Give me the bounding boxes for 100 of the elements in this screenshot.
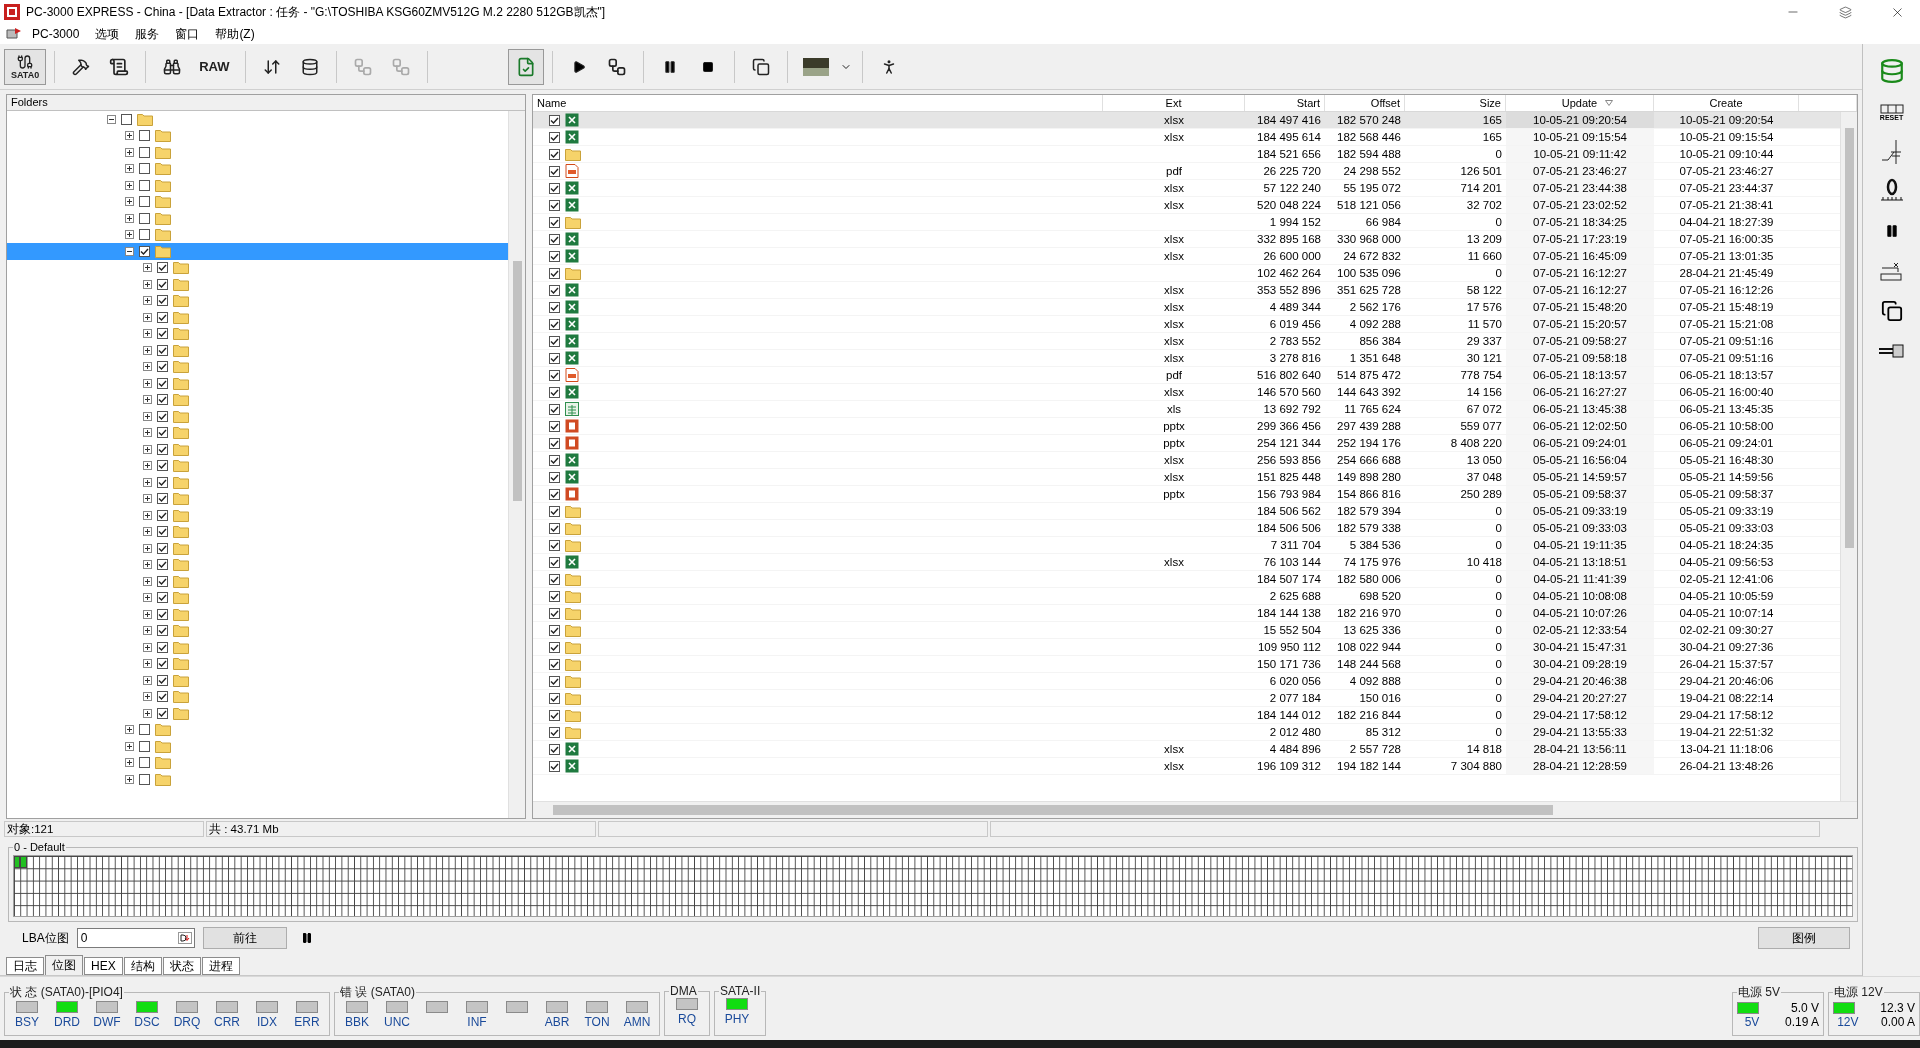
column-header[interactable]: Offset [1325, 95, 1405, 111]
checkbox[interactable] [157, 295, 168, 307]
table-row[interactable]: xlsx 151 825 448 149 898 280 37 048 05-05-21 14:59:57 05-05-21 14:59:56 [533, 469, 1840, 486]
column-header[interactable]: Ext [1103, 95, 1245, 111]
expand-icon[interactable] [143, 461, 152, 471]
expand-icon[interactable] [143, 312, 152, 322]
table-row[interactable]: pptx 254 121 344 252 194 176 8 408 220 06-05-21 09:24:01 06-05-21 09:24:01 [533, 435, 1840, 452]
checkbox[interactable] [139, 179, 150, 191]
table-row[interactable]: 2 625 688 698 520 0 04-05-21 10:08:08 04-05-21 10:05:59 [533, 588, 1840, 605]
checkbox[interactable] [139, 757, 150, 769]
checkbox[interactable] [157, 361, 168, 373]
table-row[interactable]: 184 507 174 182 580 006 0 04-05-21 11:41:39 02-05-21 12:41:06 [533, 571, 1840, 588]
column-header[interactable]: Start [1245, 95, 1325, 111]
checkbox[interactable] [139, 740, 150, 752]
expand-icon[interactable] [143, 279, 152, 289]
expand-icon[interactable] [143, 659, 152, 669]
checkbox[interactable] [157, 377, 168, 389]
table-row[interactable]: 15 552 504 13 625 336 0 02-05-21 12:33:54 02-02-21 09:30:27 [533, 622, 1840, 639]
checkbox[interactable] [139, 773, 150, 785]
expand-icon[interactable] [143, 428, 152, 438]
table-row[interactable]: xlsx 57 122 240 55 195 072 714 201 07-05-21 23:44:38 07-05-21 23:44:37 [533, 180, 1840, 197]
checkbox[interactable] [157, 344, 168, 356]
checkbox[interactable] [157, 542, 168, 554]
checkbox[interactable] [157, 608, 168, 620]
expand-icon[interactable] [143, 560, 152, 570]
checkbox[interactable] [157, 427, 168, 439]
checkbox[interactable] [549, 760, 560, 772]
expand-icon[interactable] [143, 362, 152, 372]
scrollbar[interactable] [508, 111, 525, 818]
expand-icon[interactable] [143, 329, 152, 339]
checkbox[interactable] [549, 284, 560, 296]
expand-icon[interactable] [143, 345, 152, 355]
checkbox[interactable] [549, 216, 560, 228]
checkbox[interactable] [549, 386, 560, 398]
table-row[interactable]: 102 462 264 100 535 096 0 07-05-21 16:12:27 28-04-21 21:45:49 [533, 265, 1840, 282]
checkbox[interactable] [549, 369, 560, 381]
expand-icon[interactable] [143, 477, 152, 487]
table-row[interactable]: pdf 26 225 720 24 298 552 126 501 07-05-21 23:46:27 07-05-21 23:46:27 [533, 163, 1840, 180]
table-row[interactable]: xlsx 332 895 168 330 968 000 13 209 07-05-21 17:23:19 07-05-21 16:00:35 [533, 231, 1840, 248]
checkbox[interactable] [549, 233, 560, 245]
table-row[interactable]: xlsx 6 019 456 4 092 288 11 570 07-05-21 15:20:57 07-05-21 15:21:08 [533, 316, 1840, 333]
tab[interactable]: 日志 [6, 957, 44, 975]
expand-icon[interactable] [143, 494, 152, 504]
checkbox[interactable] [549, 301, 560, 313]
collapse-icon[interactable] [125, 246, 134, 256]
tab[interactable]: 状态 [162, 957, 201, 975]
checkbox[interactable] [157, 658, 168, 670]
table-row[interactable]: 184 144 138 182 216 970 0 04-05-21 10:07:26 04-05-21 10:07:14 [533, 605, 1840, 622]
tab[interactable]: HEX [84, 957, 123, 975]
table-row[interactable]: xlsx 256 593 856 254 666 688 13 050 05-05-21 16:56:04 05-05-21 16:48:30 [533, 452, 1840, 469]
checkbox[interactable] [549, 114, 560, 126]
table-row[interactable]: 184 521 656 182 594 488 0 10-05-21 09:11:42 10-05-21 09:10:44 [533, 146, 1840, 163]
checkbox[interactable] [157, 509, 168, 521]
checkbox[interactable] [549, 318, 560, 330]
checkbox[interactable] [549, 556, 560, 568]
checkbox[interactable] [549, 471, 560, 483]
checkbox[interactable] [549, 658, 560, 670]
table-row[interactable]: 2 012 480 85 312 0 29-04-21 13:55:33 19-04-21 22:51:32 [533, 724, 1840, 741]
checkbox[interactable] [549, 488, 560, 500]
expand-icon[interactable] [143, 263, 152, 273]
checkbox[interactable] [139, 130, 150, 142]
checkbox[interactable] [157, 625, 168, 637]
checkbox[interactable] [549, 148, 560, 160]
checkbox[interactable] [157, 526, 168, 538]
checkbox[interactable] [549, 726, 560, 738]
checkbox[interactable] [549, 709, 560, 721]
expand-icon[interactable] [125, 741, 134, 751]
expand-icon[interactable] [125, 725, 134, 735]
table-row[interactable]: xls 13 692 792 11 765 624 67 072 06-05-21 13:45:38 06-05-21 13:45:35 [533, 401, 1840, 418]
menu-item[interactable]: 选项 [89, 23, 126, 45]
expand-icon[interactable] [143, 444, 152, 454]
checkbox[interactable] [157, 707, 168, 719]
checkbox[interactable] [549, 743, 560, 755]
checkbox[interactable] [549, 437, 560, 449]
checkbox[interactable] [157, 691, 168, 703]
expand-icon[interactable] [143, 296, 152, 306]
checkbox[interactable] [157, 559, 168, 571]
checkbox[interactable] [157, 674, 168, 686]
checkbox[interactable] [157, 575, 168, 587]
checkbox[interactable] [549, 454, 560, 466]
checkbox[interactable] [139, 245, 150, 257]
table-row[interactable]: 184 144 012 182 216 844 0 29-04-21 17:58:12 29-04-21 17:58:12 [533, 707, 1840, 724]
expand-icon[interactable] [143, 675, 152, 685]
menu-item[interactable]: 窗口 [169, 23, 206, 45]
checkbox[interactable] [157, 311, 168, 323]
checkbox[interactable] [157, 592, 168, 604]
checkbox[interactable] [549, 250, 560, 262]
expand-icon[interactable] [143, 576, 152, 586]
checkbox[interactable] [549, 199, 560, 211]
table-row[interactable]: 184 506 562 182 579 394 0 05-05-21 09:33:19 05-05-21 09:33:19 [533, 503, 1840, 520]
checkbox[interactable] [549, 403, 560, 415]
checkbox[interactable] [139, 229, 150, 241]
expand-icon[interactable] [143, 411, 152, 421]
expand-icon[interactable] [125, 147, 134, 157]
table-row[interactable]: xlsx 353 552 896 351 625 728 58 122 07-05-21 16:12:27 07-05-21 16:12:26 [533, 282, 1840, 299]
input-field[interactable]: 0 [76, 928, 195, 948]
checkbox[interactable] [157, 262, 168, 274]
expand-icon[interactable] [143, 609, 152, 619]
table-row[interactable]: xlsx 184 497 416 182 570 248 165 10-05-21 09:20:54 10-05-21 09:20:54 [533, 112, 1840, 129]
table-row[interactable]: pptx 156 793 984 154 866 816 250 289 05-05-21 09:58:37 05-05-21 09:58:37 [533, 486, 1840, 503]
